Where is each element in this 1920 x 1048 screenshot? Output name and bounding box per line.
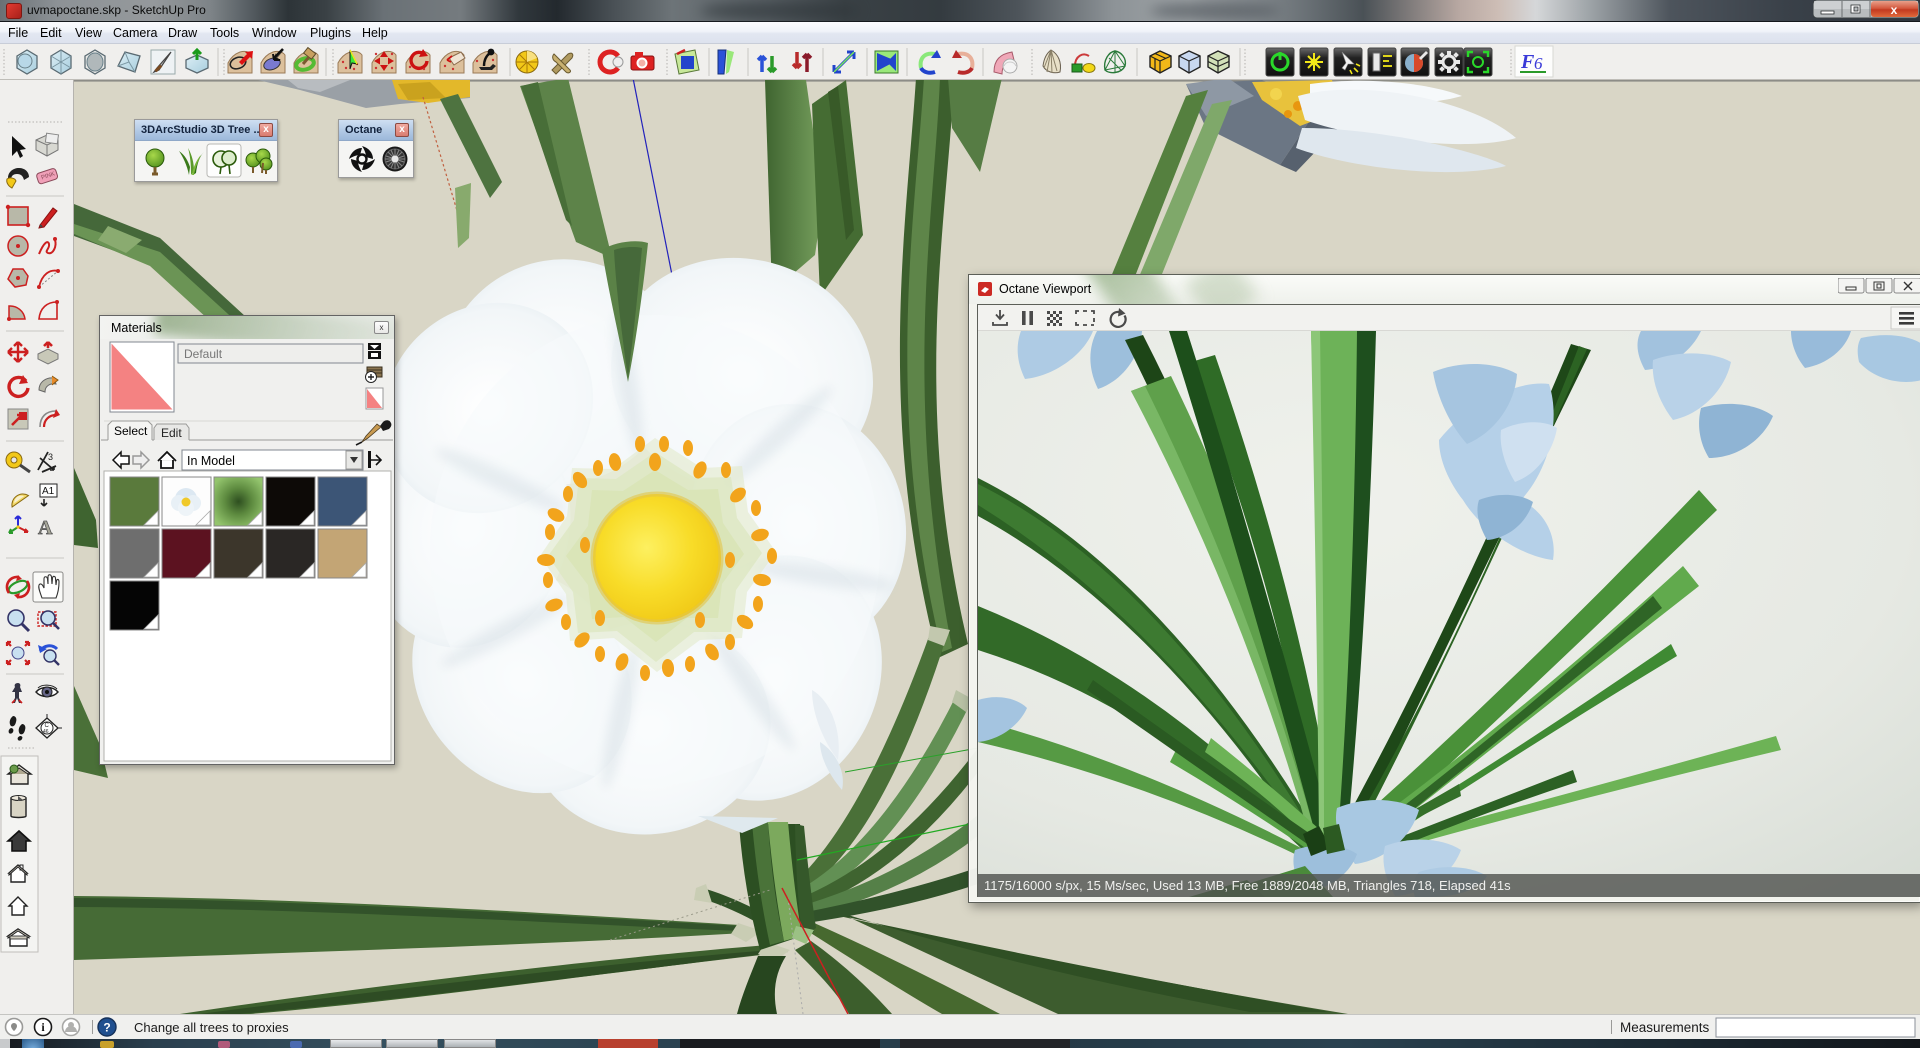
svg-text:Select: Select bbox=[114, 424, 148, 438]
svg-text:?: ? bbox=[103, 1021, 110, 1035]
svg-text:F: F bbox=[1520, 51, 1535, 73]
svg-text:3: 3 bbox=[48, 452, 53, 462]
svg-text:In Model: In Model bbox=[187, 454, 235, 468]
svg-text:A: A bbox=[38, 517, 53, 539]
svg-text:Default: Default bbox=[184, 347, 223, 361]
svg-text:A1: A1 bbox=[42, 486, 55, 497]
svg-text:46: 46 bbox=[43, 729, 49, 735]
svg-text:Edit: Edit bbox=[161, 426, 182, 440]
svg-text:Change all trees to proxies: Change all trees to proxies bbox=[134, 1020, 289, 1035]
svg-text:Measurements: Measurements bbox=[1620, 1020, 1710, 1035]
svg-text:6: 6 bbox=[1534, 54, 1543, 73]
svg-text:x: x bbox=[1891, 3, 1898, 17]
